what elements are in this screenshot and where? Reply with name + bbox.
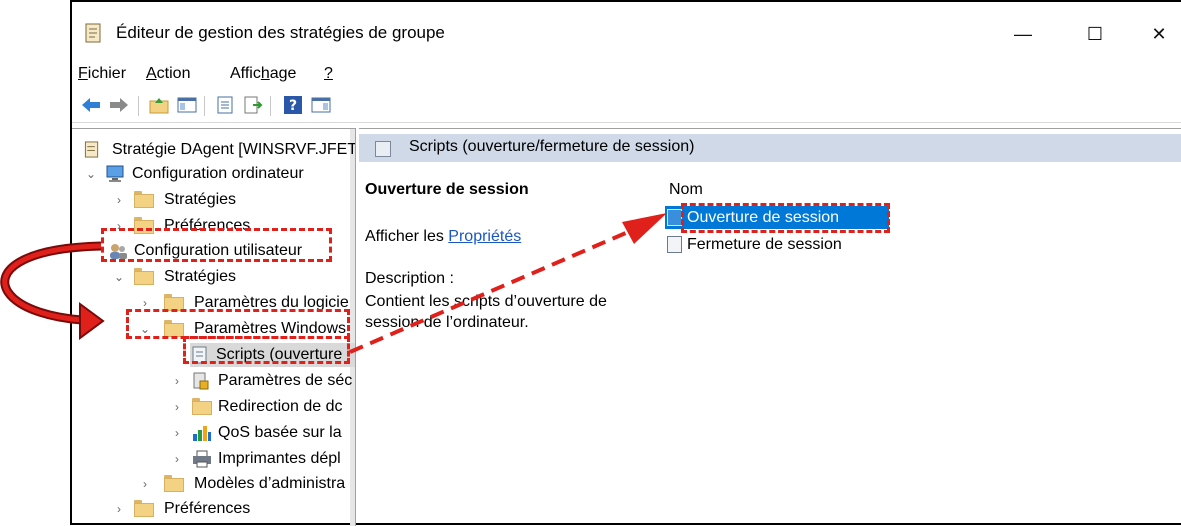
close-icon: ✕ [1151, 23, 1167, 44]
extended-view-link-line: Afficher les Propriétés [365, 228, 522, 245]
details-header-title: Scripts (ouverture/fermeture de session) [409, 138, 695, 155]
export-list-icon[interactable] [242, 94, 264, 116]
window-title: Éditeur de gestion des stratégies de gro… [116, 23, 445, 42]
computer-icon [106, 165, 124, 182]
help-icon[interactable]: ? [282, 94, 304, 116]
chevron-down-icon[interactable]: ⌄ [84, 162, 98, 186]
folder-icon [134, 191, 154, 208]
list-item-logoff[interactable]: Fermeture de session [665, 233, 889, 256]
properties-link[interactable]: Propriétés [448, 228, 521, 245]
minimize-button[interactable]: — [1000, 14, 1046, 54]
security-settings-icon [193, 372, 209, 390]
extended-view-title: Ouverture de session [365, 181, 529, 198]
highlight-configuration-utilisateur [101, 228, 332, 262]
policy-document-icon [82, 141, 102, 158]
folder-icon [192, 398, 212, 415]
chevron-right-icon[interactable]: › [170, 447, 184, 471]
menu-help[interactable]: ? [324, 65, 333, 83]
highlight-scripts [183, 336, 350, 364]
script-icon [667, 209, 682, 226]
chevron-right-icon[interactable]: › [112, 188, 126, 212]
script-icon [375, 141, 391, 157]
chevron-right-icon[interactable]: › [112, 497, 126, 521]
svg-text:?: ? [289, 98, 297, 114]
chevron-right-icon[interactable]: › [138, 472, 152, 496]
maximize-button[interactable]: ☐ [1072, 14, 1118, 54]
chevron-right-icon[interactable]: › [170, 421, 184, 445]
properties-icon[interactable] [214, 94, 236, 116]
policy-editor-app-icon [85, 23, 101, 43]
folder-icon [164, 475, 184, 492]
toolbar-separator [138, 96, 139, 116]
tree-scrollbar[interactable] [350, 129, 355, 526]
description-text: Contient les scripts d’ouverture de sess… [365, 293, 607, 331]
menu-bar: Fichier Action Affichage ? [72, 60, 1181, 90]
script-icon [667, 236, 682, 253]
close-button[interactable]: ✕ [1136, 14, 1181, 54]
up-folder-icon[interactable] [148, 94, 170, 116]
details-pane: Scripts (ouverture/fermeture de session)… [359, 128, 1181, 526]
description-label: Description : [365, 270, 454, 287]
maximize-icon: ☐ [1086, 23, 1104, 44]
folder-icon [134, 268, 154, 285]
highlight-ouverture-de-session [681, 203, 890, 233]
toolbar: ? [72, 90, 1181, 123]
printer-icon [193, 450, 211, 468]
title-bar: Éditeur de gestion des stratégies de gro… [72, 2, 1181, 54]
details-header: Scripts (ouverture/fermeture de session) [359, 134, 1181, 162]
chevron-right-icon[interactable]: › [170, 395, 184, 419]
menu-action[interactable]: Action [146, 65, 190, 83]
qos-bar-chart-icon [193, 426, 211, 441]
folder-icon [134, 500, 154, 517]
chevron-down-icon[interactable]: ⌄ [112, 265, 126, 289]
action-pane-icon[interactable] [310, 94, 332, 116]
minimize-icon: — [1014, 23, 1032, 44]
toolbar-separator [204, 96, 205, 116]
highlight-parametres-windows [126, 309, 350, 339]
toolbar-separator [270, 96, 271, 116]
back-arrow-icon[interactable] [80, 94, 102, 116]
menu-fichier[interactable]: Fichier [78, 65, 126, 83]
gpo-editor-window: Éditeur de gestion des stratégies de gro… [70, 0, 1181, 526]
show-hide-tree-icon[interactable] [176, 94, 198, 116]
chevron-right-icon[interactable]: › [170, 369, 184, 393]
menu-affichage[interactable]: Affichage [230, 65, 296, 83]
forward-arrow-icon[interactable] [108, 94, 130, 116]
column-header-name[interactable]: Nom [669, 181, 703, 199]
